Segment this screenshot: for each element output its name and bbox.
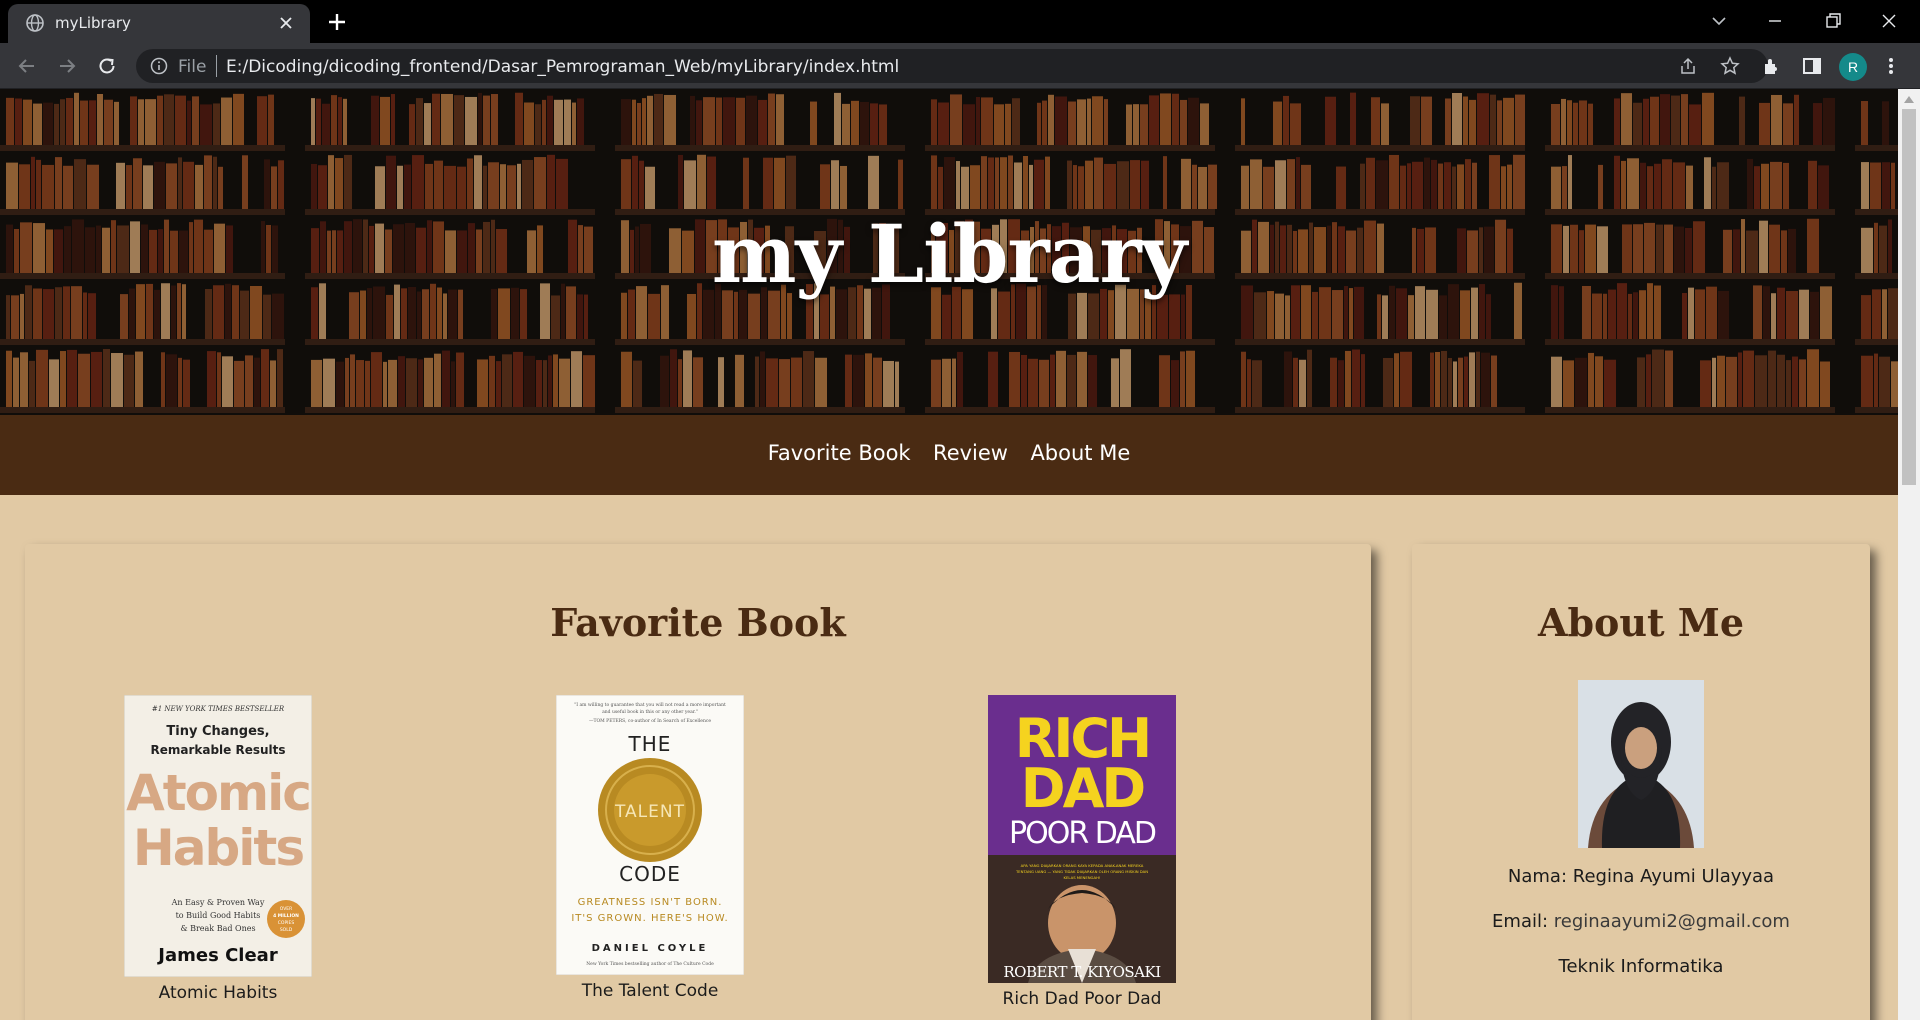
- svg-text:#1 NEW YORK TIMES BESTSELLER: #1 NEW YORK TIMES BESTSELLER: [152, 705, 285, 713]
- bookmark-star-icon[interactable]: [1720, 56, 1740, 76]
- nav-link-about-me[interactable]: About Me: [1030, 441, 1130, 465]
- email-link[interactable]: reginaayumi2@gmail.com: [1554, 911, 1790, 932]
- minimize-icon[interactable]: [1762, 8, 1788, 34]
- svg-text:TALENT: TALENT: [614, 802, 685, 822]
- svg-text:OVER: OVER: [280, 906, 293, 912]
- profile-avatar[interactable]: R: [1839, 53, 1867, 81]
- favorite-book-heading: Favorite Book: [550, 600, 846, 645]
- hero-banner: my Library: [0, 89, 1898, 415]
- scroll-up-icon[interactable]: [1904, 95, 1914, 103]
- reload-icon[interactable]: [94, 53, 120, 79]
- browser-tab-strip: myLibrary: [0, 0, 1920, 43]
- close-tab-icon[interactable]: [276, 13, 296, 33]
- rich-dad-poor-dad-cover-image[interactable]: RICH DAD POOR DAD APA YANG DIAJARKAN ORA…: [988, 695, 1176, 983]
- svg-text:APA YANG DIAJARKAN ORANG KAYA: APA YANG DIAJARKAN ORANG KAYA KEPADA ANA…: [1021, 863, 1144, 868]
- book-item: RICH DAD POOR DAD APA YANG DIAJARKAN ORA…: [987, 695, 1177, 1009]
- svg-text:James Clear: James Clear: [156, 945, 278, 966]
- new-tab-icon[interactable]: [325, 10, 349, 34]
- side-panel-icon[interactable]: [1801, 55, 1823, 77]
- nav-link-favorite-book[interactable]: Favorite Book: [768, 441, 911, 465]
- book-title: The Talent Code: [581, 981, 719, 1001]
- page-viewport: my Library Favorite Book Review About Me…: [0, 89, 1898, 1020]
- nav-link-review[interactable]: Review: [933, 441, 1008, 465]
- menu-kebab-icon[interactable]: [1887, 55, 1895, 77]
- about-me-section: About Me Nama: Regina Ayumi Ulayyaa Emai…: [1412, 544, 1870, 1020]
- svg-text:ROBERT T. KIYOSAKI: ROBERT T. KIYOSAKI: [1003, 963, 1161, 981]
- svg-text:Atomic: Atomic: [126, 764, 310, 822]
- svg-text:THE: THE: [628, 732, 672, 756]
- svg-text:DAD: DAD: [1021, 757, 1144, 820]
- about-name: Nama: Regina Ayumi Ulayyaa: [1507, 866, 1775, 887]
- svg-text:to Build Good Habits: to Build Good Habits: [176, 911, 261, 920]
- favorite-book-section: Favorite Book #1 NEW YORK TIMES BESTSELL…: [25, 544, 1371, 1020]
- close-window-icon[interactable]: [1876, 8, 1902, 34]
- svg-text:Habits: Habits: [133, 819, 303, 877]
- globe-icon: [26, 14, 44, 32]
- book-title: Atomic Habits: [158, 983, 278, 1003]
- browser-toolbar: File E:/Dicoding/dicoding_frontend/Dasar…: [0, 43, 1920, 89]
- svg-text:4 MILLION: 4 MILLION: [273, 913, 299, 919]
- tab-search-chevron-icon[interactable]: [1706, 8, 1732, 34]
- svg-text:CODE: CODE: [619, 862, 681, 886]
- address-bar[interactable]: File E:/Dicoding/dicoding_frontend/Dasar…: [136, 49, 1768, 83]
- svg-text:KELAS MENENGAH!: KELAS MENENGAH!: [1064, 875, 1101, 880]
- svg-text:DANIEL COYLE: DANIEL COYLE: [592, 943, 709, 954]
- svg-text:An Easy & Proven Way: An Easy & Proven Way: [171, 898, 265, 907]
- atomic-habits-cover-image[interactable]: #1 NEW YORK TIMES BESTSELLER Tiny Change…: [124, 695, 312, 977]
- svg-text:TENTANG UANG — YANG TIDAK DIAJ: TENTANG UANG — YANG TIDAK DIAJARKAN OLEH…: [1015, 869, 1148, 874]
- svg-text:"I am willing to guarantee tha: "I am willing to guarantee that you will…: [574, 702, 726, 708]
- svg-text:COPIES: COPIES: [278, 920, 295, 926]
- svg-text:POOR DAD: POOR DAD: [1009, 816, 1156, 851]
- browser-tab[interactable]: myLibrary: [8, 4, 310, 43]
- url-text[interactable]: E:/Dicoding/dicoding_frontend/Dasar_Pemr…: [226, 57, 899, 77]
- profile-photo: [1578, 680, 1704, 848]
- site-info-icon[interactable]: [150, 57, 168, 75]
- extensions-icon[interactable]: [1761, 55, 1783, 77]
- email-label: Email:: [1492, 911, 1554, 932]
- book-item: "I am willing to guarantee that you will…: [555, 695, 745, 1001]
- about-major: Teknik Informatika: [1558, 956, 1724, 977]
- forward-arrow-icon[interactable]: [54, 53, 80, 79]
- svg-text:—TOM PETERS, co-author of In S: —TOM PETERS, co-author of In Search of E…: [589, 718, 711, 724]
- svg-text:Remarkable Results: Remarkable Results: [150, 743, 285, 757]
- scrollbar-thumb[interactable]: [1902, 109, 1916, 485]
- site-title: my Library: [711, 207, 1187, 301]
- svg-text:& Break Bad Ones: & Break Bad Ones: [180, 924, 255, 933]
- scheme-label: File: [178, 57, 207, 77]
- share-icon[interactable]: [1678, 56, 1698, 76]
- svg-text:New York Times bestselling aut: New York Times bestselling author of The…: [586, 961, 714, 967]
- book-title: Rich Dad Poor Dad: [1002, 989, 1162, 1009]
- restore-icon[interactable]: [1820, 8, 1846, 34]
- book-item: #1 NEW YORK TIMES BESTSELLER Tiny Change…: [123, 695, 313, 1003]
- svg-text:and useful book in this or any: and useful book in this or any other yea…: [602, 709, 698, 715]
- back-arrow-icon[interactable]: [14, 53, 40, 79]
- svg-text:GREATNESS ISN'T BORN.: GREATNESS ISN'T BORN.: [578, 897, 723, 908]
- address-separator: [216, 55, 217, 77]
- tab-title: myLibrary: [55, 14, 131, 32]
- main-navigation: Favorite Book Review About Me: [0, 415, 1898, 495]
- page-scrollbar[interactable]: [1898, 89, 1920, 1020]
- svg-text:IT'S GROWN. HERE'S HOW.: IT'S GROWN. HERE'S HOW.: [571, 913, 728, 924]
- about-me-heading: About Me: [1537, 600, 1745, 645]
- about-email-line: Email: reginaayumi2@gmail.com: [1412, 911, 1870, 932]
- the-talent-code-cover-image[interactable]: "I am willing to guarantee that you will…: [556, 695, 744, 975]
- svg-text:SOLD: SOLD: [280, 927, 293, 933]
- svg-text:Tiny Changes,: Tiny Changes,: [166, 724, 269, 739]
